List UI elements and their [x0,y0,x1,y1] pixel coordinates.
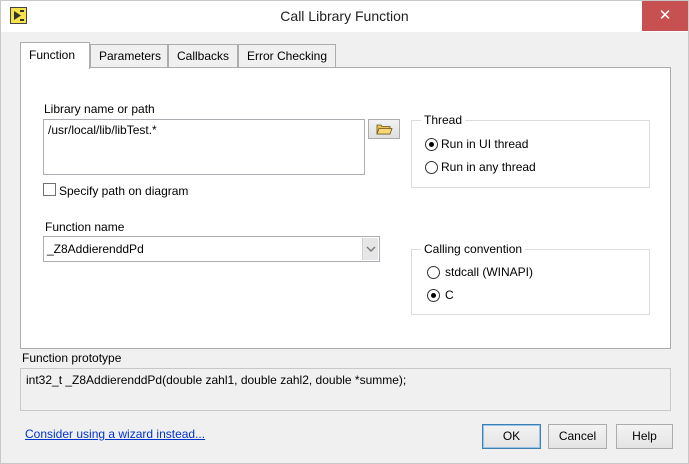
function-tab-panel: Library name or path /usr/local/lib/libT… [20,67,671,349]
thread-group-title: Thread [421,113,466,127]
run-in-ui-thread-radio[interactable] [425,138,438,151]
function-name-combobox[interactable]: _Z8AddierenddPd [43,236,380,262]
browse-button[interactable] [368,119,400,139]
run-in-any-thread-radio[interactable] [425,161,438,174]
specify-path-checkbox[interactable] [43,183,56,196]
title-bar: Call Library Function ✕ [1,1,688,32]
tab-callbacks[interactable]: Callbacks [168,44,238,68]
window-title: Call Library Function [280,8,409,24]
calling-convention-group-title: Calling convention [421,242,526,256]
stdcall-label: stdcall (WINAPI) [445,265,534,279]
thread-groupbox: Thread Run in UI thread Run in any threa… [411,113,650,188]
run-in-ui-thread-label: Run in UI thread [441,137,529,151]
c-convention-radio[interactable] [427,289,440,302]
stdcall-radio[interactable] [427,266,440,279]
folder-open-icon [369,124,399,141]
ok-button[interactable]: OK [482,424,541,449]
tab-error-checking[interactable]: Error Checking [238,44,336,68]
help-button[interactable]: Help [616,424,673,449]
run-in-any-thread-label: Run in any thread [441,160,536,174]
library-path-input[interactable]: /usr/local/lib/libTest.* [43,119,365,175]
function-name-value: _Z8AddierenddPd [47,242,144,256]
close-button[interactable]: ✕ [642,1,688,31]
wizard-link[interactable]: Consider using a wizard instead... [25,427,205,441]
library-path-label: Library name or path [44,102,155,116]
call-library-function-dialog: Call Library Function ✕ Function Paramet… [0,0,689,464]
function-prototype-label: Function prototype [22,351,122,365]
function-prototype-box: int32_t _Z8AddierenddPd(double zahl1, do… [20,368,671,411]
calling-convention-groupbox: Calling convention stdcall (WINAPI) C [411,242,650,315]
specify-path-label: Specify path on diagram [59,184,189,198]
tab-parameters[interactable]: Parameters [90,44,168,68]
cancel-button[interactable]: Cancel [548,424,607,449]
function-name-label: Function name [45,220,125,234]
tab-function[interactable]: Function [20,42,90,69]
chevron-down-icon[interactable] [362,238,378,260]
c-convention-label: C [445,288,454,302]
